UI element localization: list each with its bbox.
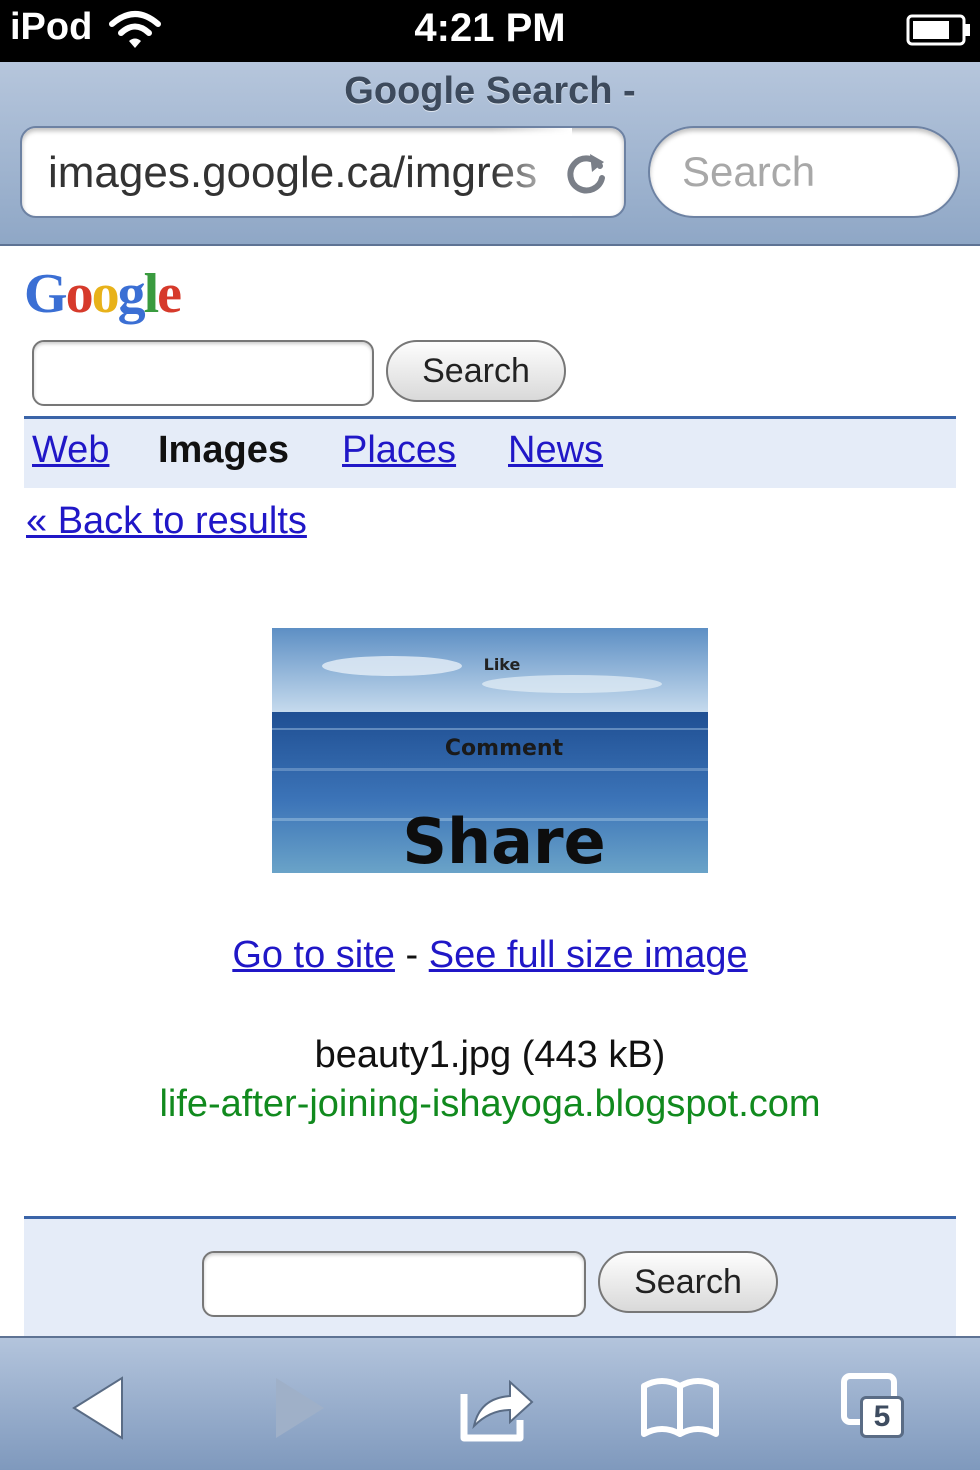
tabs-count-badge[interactable]: 5 — [860, 1396, 904, 1438]
go-to-site-link[interactable]: Go to site — [232, 934, 395, 976]
logo-letter: l — [143, 263, 160, 325]
bookmarks-icon[interactable] — [638, 1368, 722, 1448]
search-button[interactable]: Search — [386, 340, 566, 402]
reload-icon[interactable] — [562, 148, 612, 198]
nav-web-link[interactable]: Web — [32, 429, 109, 472]
logo-letter: G — [24, 263, 68, 325]
battery-icon — [906, 14, 970, 46]
google-logo: Google — [24, 262, 182, 326]
browser-header: Google Search - images.google.ca/imgres … — [0, 62, 980, 246]
url-fade — [492, 128, 572, 216]
browser-toolbar: 5 — [0, 1336, 980, 1470]
logo-letter: o — [91, 263, 120, 325]
image-links-row: Go to site - See full size image — [0, 934, 980, 977]
forward-icon[interactable] — [256, 1368, 340, 1448]
status-bar: iPod 4:21 PM — [0, 0, 980, 62]
image-text-share: Share — [402, 805, 605, 873]
nav-places-link[interactable]: Places — [342, 429, 456, 472]
nav-images-current: Images — [158, 429, 289, 471]
result-image[interactable]: Like Comment Share — [272, 628, 708, 873]
logo-letter: e — [157, 263, 182, 325]
back-to-results-link[interactable]: « Back to results — [26, 500, 307, 543]
back-icon[interactable] — [58, 1368, 142, 1448]
image-text-comment: Comment — [445, 736, 564, 761]
share-icon[interactable] — [454, 1368, 538, 1448]
image-text-like: Like — [484, 655, 521, 674]
url-text: images.google.ca/imgres — [48, 148, 538, 197]
source-domain: life-after-joining-ishayoga.blogspot.com — [159, 1083, 821, 1125]
bottom-search-input[interactable] — [202, 1251, 586, 1317]
logo-letter: g — [117, 263, 146, 325]
full-size-image-link[interactable]: See full size image — [429, 934, 748, 976]
logo-letter: o — [65, 263, 94, 325]
links-separator: - — [405, 934, 419, 976]
safari-search-field[interactable]: Search — [648, 126, 960, 218]
bottom-search-button[interactable]: Search — [598, 1251, 778, 1313]
page-title: Google Search - — [344, 70, 636, 112]
ocean-image: Like Comment Share — [272, 628, 708, 873]
status-time: 4:21 PM — [414, 6, 566, 50]
bottom-search-form: Search — [24, 1216, 956, 1336]
search-nav-bar: Web Images Places News — [24, 416, 956, 488]
search-input[interactable] — [32, 340, 374, 406]
url-field[interactable]: images.google.ca/imgres — [20, 126, 626, 218]
file-info: beauty1.jpg (443 kB) — [314, 1034, 666, 1076]
nav-news-link[interactable]: News — [508, 429, 603, 472]
